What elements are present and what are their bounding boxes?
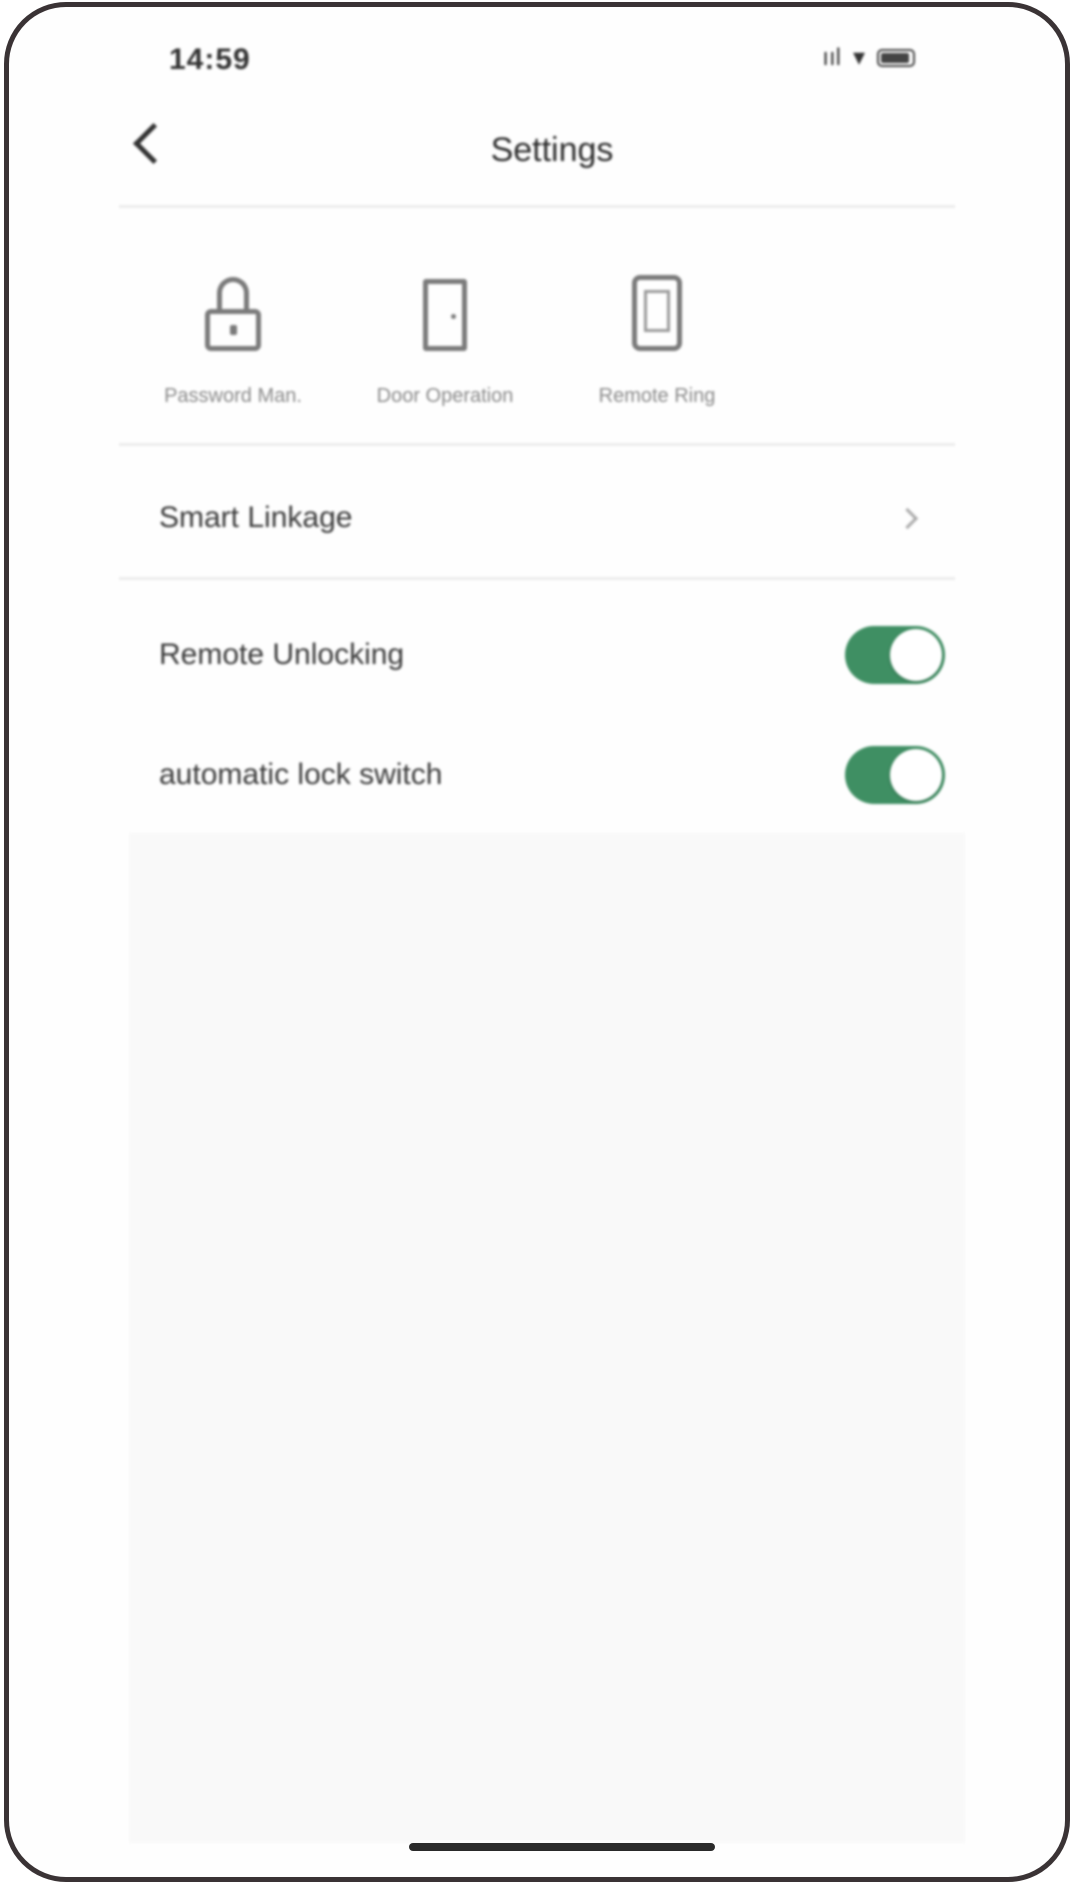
actions-divider bbox=[119, 443, 955, 446]
remote-unlocking-label: Remote Unlocking bbox=[159, 638, 405, 671]
remote-unlocking-row: Remote Unlocking bbox=[159, 625, 945, 685]
action-label: Password Man. bbox=[164, 385, 302, 407]
remote-unlocking-toggle[interactable] bbox=[845, 626, 945, 684]
home-indicator[interactable] bbox=[409, 1843, 715, 1851]
automatic-lock-toggle[interactable] bbox=[845, 746, 945, 804]
action-label: Remote Ring bbox=[598, 385, 716, 407]
password-management-button[interactable]: Password Man. bbox=[127, 269, 339, 408]
door-icon bbox=[423, 279, 467, 351]
phone-frame: 14:59 ııl ▾ Settings Password Man. Door … bbox=[4, 2, 1070, 1882]
action-label: Door Operation bbox=[376, 385, 514, 407]
smart-linkage-label: Smart Linkage bbox=[159, 501, 353, 534]
page-title: Settings bbox=[490, 131, 614, 169]
signal-icon: ııl bbox=[822, 43, 841, 71]
toggle-knob bbox=[890, 629, 942, 681]
remote-ring-button[interactable]: Remote Ring bbox=[551, 269, 763, 408]
linkage-divider bbox=[119, 577, 955, 580]
header-divider bbox=[119, 205, 955, 208]
settings-screen: 14:59 ııl ▾ Settings Password Man. Door … bbox=[9, 7, 1065, 1877]
toggle-knob bbox=[890, 749, 942, 801]
automatic-lock-label: automatic lock switch bbox=[159, 758, 443, 791]
smart-linkage-row[interactable]: Smart Linkage bbox=[159, 495, 945, 541]
quick-actions: Password Man. Door Operation Remote Ring bbox=[127, 269, 763, 408]
battery-icon bbox=[877, 48, 915, 67]
door-operation-button[interactable]: Door Operation bbox=[339, 269, 551, 408]
empty-content-area bbox=[129, 833, 965, 1843]
lock-icon bbox=[205, 277, 261, 351]
photo-background: 14:59 ııl ▾ Settings Password Man. Door … bbox=[0, 0, 1092, 1888]
status-indicators: ııl ▾ bbox=[822, 43, 915, 72]
chevron-right-icon[interactable] bbox=[896, 507, 919, 529]
phone-icon bbox=[632, 275, 682, 351]
status-time: 14:59 bbox=[169, 43, 251, 76]
wifi-icon: ▾ bbox=[852, 44, 865, 71]
automatic-lock-row: automatic lock switch bbox=[159, 745, 945, 805]
